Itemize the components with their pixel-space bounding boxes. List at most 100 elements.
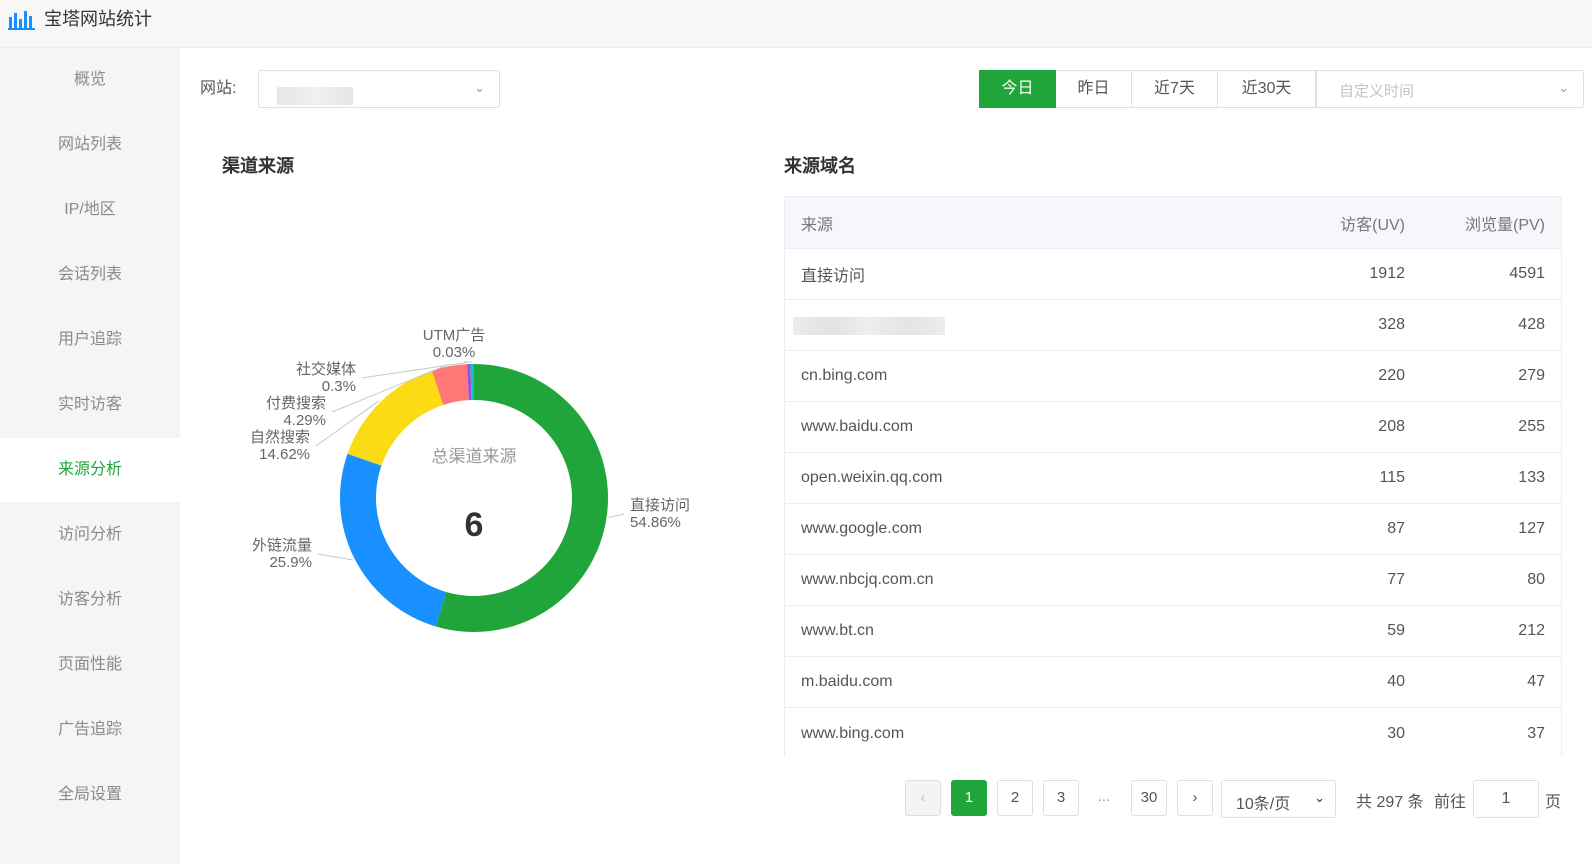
custom-date-placeholder: 自定义时间	[1339, 83, 1415, 100]
donut-center-value: 6	[465, 506, 484, 544]
row-source: www.baidu.com	[801, 418, 914, 435]
channel-section-title: 渠道来源	[222, 156, 294, 176]
page-size-select[interactable]: 10条/页 ⌄	[1221, 780, 1336, 818]
row-uv: 1912	[1369, 265, 1405, 282]
table-row: 328 428	[785, 300, 1561, 351]
column-pv[interactable]: 浏览量(PV)	[1425, 197, 1545, 248]
next-page-button[interactable]: ›	[1177, 780, 1213, 816]
sidebar-item-realtime-visitors[interactable]: 实时访客	[0, 373, 180, 437]
slice-label: 社交媒体	[296, 360, 356, 378]
domains-table: 来源 访客(UV) 浏览量(PV) 直接访问 1912 4591 328 428…	[784, 196, 1562, 759]
row-source: 直接访问	[801, 268, 866, 285]
donut-slice[interactable]	[339, 453, 447, 627]
date-today-button[interactable]: 今日	[979, 70, 1056, 108]
slice-label: 付费搜索	[266, 395, 326, 412]
sidebar-item-ad-tracking[interactable]: 广告追踪	[0, 698, 180, 762]
page-button-last[interactable]: 30	[1131, 780, 1167, 816]
row-pv: 279	[1518, 367, 1545, 384]
row-source: open.weixin.qq.com	[801, 469, 943, 486]
channel-donut-chart: 直接访问 54.86% 外链流量 25.9% 自然搜索 14.62% 付费搜索 4.29% 社交…	[200, 290, 760, 670]
chevron-down-icon: ⌄	[1558, 80, 1569, 95]
date-30days-button[interactable]: 近30天	[1218, 70, 1316, 108]
table-row: www.bt.cn 59 212	[785, 606, 1561, 657]
row-pv: 127	[1518, 520, 1545, 537]
slice-percent: 54.86%	[630, 514, 681, 531]
row-pv: 133	[1518, 469, 1545, 486]
row-pv: 4591	[1509, 265, 1545, 282]
leader-line	[608, 513, 625, 519]
page-button-1[interactable]: 1	[951, 780, 987, 816]
sidebar-item-sessions[interactable]: 会话列表	[0, 243, 180, 307]
row-source: m.baidu.com	[801, 673, 893, 690]
top-bar: 宝塔网站统计	[0, 0, 1592, 48]
row-uv: 87	[1387, 520, 1405, 537]
row-uv: 220	[1378, 367, 1405, 384]
site-label: 网站:	[200, 80, 237, 97]
row-pv: 80	[1527, 571, 1545, 588]
slice-label: 外链流量	[252, 537, 312, 554]
table-row: www.google.com 87 127	[785, 504, 1561, 555]
sidebar-item-source-analysis[interactable]: 来源分析	[0, 438, 180, 502]
table-row: www.bing.com 30 37	[785, 708, 1561, 759]
sidebar-item-overview[interactable]: 概览	[0, 48, 180, 112]
site-value-redacted	[277, 87, 353, 105]
slice-label: 直接访问	[630, 497, 690, 514]
row-source: www.nbcjq.com.cn	[801, 571, 934, 588]
row-uv: 59	[1387, 622, 1405, 639]
date-range-group: 今日 昨日 近7天 近30天	[979, 70, 1316, 108]
custom-date-picker[interactable]: 自定义时间 ⌄	[1316, 70, 1584, 108]
row-source: www.bt.cn	[801, 622, 874, 639]
row-uv: 40	[1387, 673, 1405, 690]
table-row: cn.bing.com 220 279	[785, 351, 1561, 402]
sidebar-item-site-list[interactable]: 网站列表	[0, 113, 180, 177]
slice-percent: 0.03%	[433, 344, 476, 361]
row-pv: 47	[1527, 673, 1545, 690]
page-size-value: 10条/页	[1236, 796, 1291, 813]
bar-chart-icon	[8, 11, 35, 30]
row-pv: 428	[1518, 316, 1545, 333]
table-header: 来源 访客(UV) 浏览量(PV)	[785, 197, 1561, 249]
row-pv: 37	[1527, 724, 1545, 742]
slice-label: UTM广告	[423, 327, 486, 344]
sidebar-item-ip-region[interactable]: IP/地区	[0, 178, 180, 242]
prev-page-button[interactable]: ‹	[905, 780, 941, 816]
page-button-3[interactable]: 3	[1043, 780, 1079, 816]
row-uv: 328	[1378, 316, 1405, 333]
donut-center-label: 总渠道来源	[432, 447, 517, 466]
goto-label: 前往	[1434, 794, 1467, 811]
goto-page-input[interactable]: 1	[1473, 780, 1539, 818]
column-uv[interactable]: 访客(UV)	[1285, 197, 1405, 248]
sidebar-item-user-tracking[interactable]: 用户追踪	[0, 308, 180, 372]
chevron-down-icon: ⌄	[1314, 790, 1325, 805]
row-uv: 115	[1379, 469, 1405, 486]
row-uv: 30	[1387, 724, 1405, 742]
sidebar-item-visit-analysis[interactable]: 访问分析	[0, 503, 180, 567]
date-7days-button[interactable]: 近7天	[1132, 70, 1218, 108]
row-pv: 255	[1518, 418, 1545, 435]
row-source: cn.bing.com	[801, 367, 888, 384]
donut-slice[interactable]	[347, 370, 444, 466]
sidebar-item-visitor-analysis[interactable]: 访客分析	[0, 568, 180, 632]
row-uv: 77	[1387, 571, 1405, 588]
total-count: 共 297 条	[1356, 794, 1424, 811]
slice-label: 自然搜索	[250, 429, 310, 446]
app-title: 宝塔网站统计	[44, 9, 152, 29]
site-select[interactable]: ⌄	[258, 70, 500, 108]
domains-section-title: 来源域名	[784, 156, 856, 176]
sidebar: 概览 网站列表 IP/地区 会话列表 用户追踪 实时访客 来源分析 访问分析 访…	[0, 48, 180, 864]
donut-svg: 直接访问54.86% 外链流量25.9% 自然搜索14.62% 付费搜索4.29% 社交…	[250, 327, 690, 632]
date-yesterday-button[interactable]: 昨日	[1056, 70, 1132, 108]
donut-slice[interactable]	[435, 364, 608, 632]
page-ellipsis[interactable]: ...	[1089, 780, 1119, 816]
table-row: www.nbcjq.com.cn 77 80	[785, 555, 1561, 606]
table-row: 直接访问 1912 4591	[785, 249, 1561, 300]
sidebar-item-global-settings[interactable]: 全局设置	[0, 763, 180, 827]
table-row: open.weixin.qq.com 115 133	[785, 453, 1561, 504]
page-button-2[interactable]: 2	[997, 780, 1033, 816]
column-source[interactable]: 来源	[801, 197, 1281, 248]
sidebar-item-page-performance[interactable]: 页面性能	[0, 633, 180, 697]
leader-line	[317, 553, 354, 561]
page-unit-label: 页	[1545, 794, 1562, 811]
slice-percent: 14.62%	[259, 446, 310, 463]
row-source: www.bing.com	[801, 724, 905, 742]
